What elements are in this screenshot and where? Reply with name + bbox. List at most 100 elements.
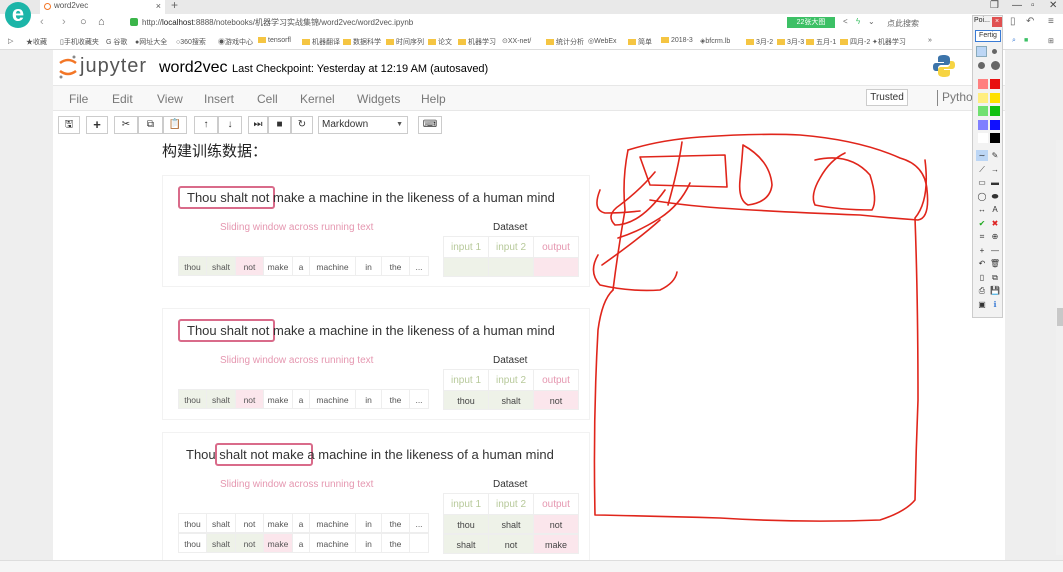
rect-icon[interactable]: ▭ xyxy=(976,177,988,188)
bookmark-folder[interactable]: 3月-3 xyxy=(777,37,804,47)
bookmark-folder[interactable]: 四月-2 xyxy=(840,37,870,47)
menu-insert[interactable]: Insert xyxy=(204,92,234,106)
color-swatch[interactable] xyxy=(978,106,988,116)
back-icon[interactable]: ‹ xyxy=(40,16,44,28)
run-button[interactable]: ⏭ xyxy=(248,116,268,134)
move-down-button[interactable]: ↓ xyxy=(218,116,242,134)
bookmark-item[interactable]: ◈bfcrm.lb xyxy=(700,37,730,45)
search-magnifier-icon[interactable]: ⌕ xyxy=(1012,37,1016,45)
cell-type-select[interactable]: Markdown ▼ xyxy=(318,116,408,134)
home-icon[interactable]: ⌂ xyxy=(98,16,105,28)
filled-ellipse-icon[interactable]: ⬬ xyxy=(989,191,1001,202)
notebook-name[interactable]: word2vec xyxy=(159,59,227,77)
color-swatch[interactable] xyxy=(978,133,988,143)
print-icon[interactable]: ⎙ xyxy=(976,285,988,296)
image-count-badge[interactable]: 22张大图 xyxy=(787,17,835,28)
color-swatch[interactable] xyxy=(990,133,1000,143)
scrollbar-thumb[interactable] xyxy=(1057,308,1063,326)
minimize-button[interactable]: — xyxy=(1012,0,1022,11)
bookmarks-expand-icon[interactable]: ▷ xyxy=(8,37,13,45)
bookmark-folder[interactable]: 机器翻译 xyxy=(302,37,340,47)
move-up-button[interactable]: ↑ xyxy=(194,116,218,134)
done-button[interactable]: Fertig xyxy=(975,30,1001,42)
new-page-icon[interactable]: ▯ xyxy=(976,272,988,283)
share-icon[interactable]: < xyxy=(843,17,848,26)
save-icon[interactable]: 💾 xyxy=(989,285,1001,296)
tab-close-icon[interactable]: × xyxy=(156,0,161,12)
pen-size-medium[interactable] xyxy=(992,49,997,54)
bookmarks-more-icon[interactable]: » xyxy=(928,37,932,44)
color-swatch[interactable] xyxy=(990,92,1000,103)
bookmark-item[interactable]: ✦机器学习 xyxy=(872,37,906,47)
bookmark-folder[interactable]: 时间序列 xyxy=(386,37,424,47)
menu-view[interactable]: View xyxy=(157,92,183,106)
bookmark-item[interactable]: ⊙XX-net/ xyxy=(502,37,531,45)
bookmark-folder[interactable]: tensorfl xyxy=(258,37,291,44)
game-icon[interactable]: ■ xyxy=(1024,37,1028,44)
bookmark-folder[interactable]: 数据科学 xyxy=(343,37,381,47)
command-palette-button[interactable]: ⌨ xyxy=(418,116,442,134)
bookmark-item[interactable]: ▯手机收藏夹 xyxy=(60,37,99,47)
color-swatch[interactable] xyxy=(978,119,988,130)
filled-rect-icon[interactable]: ▬ xyxy=(989,177,1001,188)
zoom-icon[interactable]: ⊕ xyxy=(989,231,1001,242)
lightning-icon[interactable]: ϟ xyxy=(856,17,860,26)
url-field[interactable]: http://localhost:8888/notebooks/机器学习实战集锦… xyxy=(130,17,413,28)
pen-size-xlarge[interactable] xyxy=(991,61,1000,70)
bookmark-item[interactable]: ◉游戏中心 xyxy=(218,37,253,47)
dropdown-chevron-icon[interactable]: ⌄ xyxy=(868,17,875,26)
insert-cell-button[interactable]: + xyxy=(86,116,108,134)
bookmark-item[interactable]: ★收藏 xyxy=(26,37,47,47)
color-swatch[interactable] xyxy=(990,106,1000,116)
double-arrow-icon[interactable]: ↔ xyxy=(976,204,988,215)
restore-icon[interactable]: ❐ xyxy=(990,0,999,11)
bookmark-folder[interactable]: 机器学习 xyxy=(458,37,496,47)
jupyter-logo-icon[interactable] xyxy=(58,54,78,80)
scrollbar[interactable] xyxy=(1056,140,1063,555)
undo-history-icon[interactable]: ↶ xyxy=(1026,16,1034,27)
menu-edit[interactable]: Edit xyxy=(112,92,133,106)
bookmark-folder[interactable]: 统计分析 xyxy=(546,37,584,47)
trash-icon[interactable]: 🗑 xyxy=(989,258,1001,269)
eraser-icon[interactable]: ✎ xyxy=(989,150,1001,161)
check-icon[interactable]: ✔ xyxy=(976,218,988,229)
color-swatch[interactable] xyxy=(978,79,988,89)
menu-widgets[interactable]: Widgets xyxy=(357,92,400,106)
cut-button[interactable]: ✂ xyxy=(114,116,138,134)
arrow-icon[interactable]: → xyxy=(989,164,1001,175)
menu-help[interactable]: Help xyxy=(421,92,446,106)
text-icon[interactable]: A xyxy=(989,204,1001,215)
pen-size-small[interactable] xyxy=(976,46,987,57)
bookmark-folder[interactable]: 五月-1 xyxy=(806,37,836,47)
undo-icon[interactable]: ↶ xyxy=(976,258,988,269)
apps-icon[interactable]: ⊞ xyxy=(1048,37,1054,45)
bookmark-item[interactable]: ●网址大全 xyxy=(135,37,167,47)
interrupt-button[interactable]: ■ xyxy=(268,116,291,134)
maximize-button[interactable]: ▫ xyxy=(1031,0,1035,11)
search-box[interactable]: 点此搜索 xyxy=(887,18,919,29)
forward-icon[interactable]: › xyxy=(62,16,66,28)
color-swatch[interactable] xyxy=(990,79,1000,89)
ellipse-icon[interactable]: ◯ xyxy=(976,191,988,202)
close-window-button[interactable]: ✕ xyxy=(1049,0,1057,11)
bookmark-item[interactable]: ○360搜索 xyxy=(176,37,206,47)
menu-kernel[interactable]: Kernel xyxy=(300,92,335,106)
crop-icon[interactable]: ⌗ xyxy=(976,231,988,242)
screen-icon[interactable]: ▣ xyxy=(976,299,988,310)
info-icon[interactable]: ℹ xyxy=(989,299,1001,310)
browser-tab[interactable]: word2vec × xyxy=(40,0,165,14)
pen-size-large[interactable] xyxy=(978,62,985,69)
bookmark-folder[interactable]: 2018-3 xyxy=(661,37,693,44)
trusted-badge[interactable]: Trusted xyxy=(866,89,908,106)
bookmark-item[interactable]: G 谷歌 xyxy=(106,37,127,47)
pointer-close-button[interactable]: × xyxy=(992,17,1002,27)
bookmark-folder[interactable]: 3月-2 xyxy=(746,37,773,47)
plus-icon[interactable]: + xyxy=(976,245,988,256)
new-tab-button[interactable]: + xyxy=(171,0,178,12)
bookmark-folder[interactable]: 论文 xyxy=(428,37,452,47)
line-icon[interactable]: ⟋ xyxy=(976,164,988,175)
paste-button[interactable]: 📋 xyxy=(163,116,187,134)
bookmark-item[interactable]: ◎WebEx xyxy=(588,37,617,45)
browser-logo-icon[interactable]: e xyxy=(5,2,31,28)
menu-cell[interactable]: Cell xyxy=(257,92,278,106)
